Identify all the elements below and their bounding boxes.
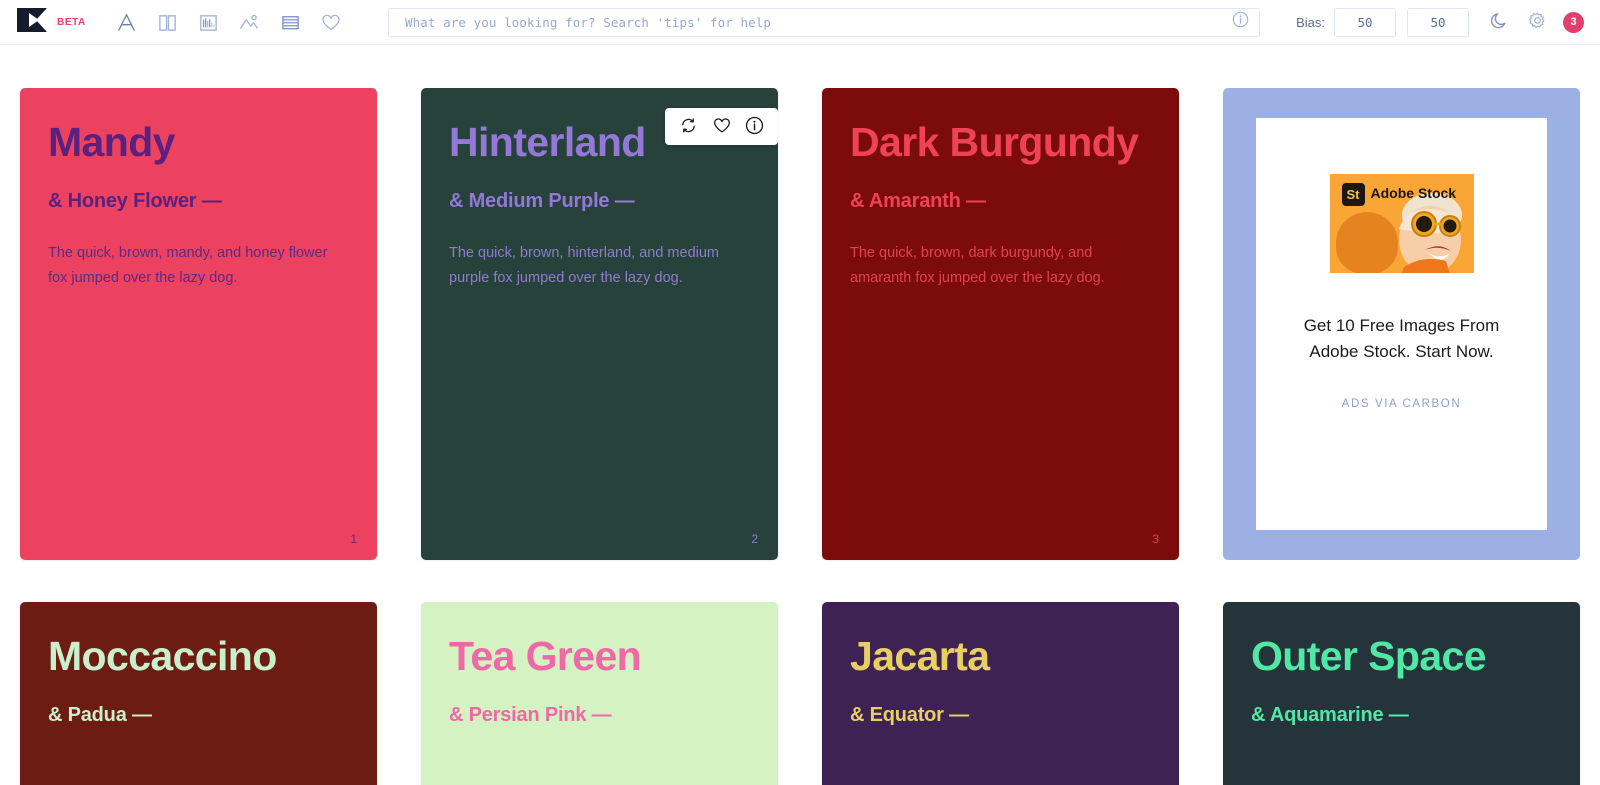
info-circle-icon[interactable] <box>1232 11 1249 33</box>
brand-logo[interactable]: BETA <box>0 7 92 37</box>
notification-badge[interactable]: 3 <box>1563 11 1584 33</box>
adobe-stock-logo-text: Adobe Stock <box>1370 185 1457 201</box>
refresh-icon <box>679 116 698 138</box>
palette-grid: Mandy & Honey Flower — The quick, brown,… <box>0 45 1600 785</box>
card-action-toolbar <box>665 108 778 145</box>
search-input[interactable] <box>404 14 1232 30</box>
card-number: 1 <box>350 532 357 546</box>
gradient-bars-tool-button[interactable] <box>188 0 229 45</box>
card-title: Mandy <box>48 119 175 165</box>
image-tool-button[interactable] <box>229 0 270 45</box>
typography-tool-button[interactable] <box>106 0 147 45</box>
ad-headline: Get 10 Free Images From Adobe Stock. Sta… <box>1303 316 1500 361</box>
favorites-tool-button[interactable] <box>311 0 352 45</box>
card-subtitle: & Padua — <box>48 704 152 727</box>
card-number: 2 <box>751 532 758 546</box>
ad-image: St Adobe Stock <box>1329 174 1474 273</box>
search-area <box>352 7 1296 37</box>
dark-mode-toggle[interactable] <box>1480 2 1518 42</box>
bias-first-input[interactable] <box>1334 7 1396 37</box>
advertisement-card[interactable]: St Adobe Stock Get 10 Free Images From A… <box>1223 88 1580 560</box>
card-title: Jacarta <box>850 633 990 679</box>
search-box[interactable] <box>387 7 1260 37</box>
bias-second-input[interactable] <box>1407 7 1469 37</box>
tool-icon-group <box>106 0 352 45</box>
heart-icon <box>320 12 342 33</box>
favorite-action-button[interactable] <box>706 111 737 142</box>
gear-icon <box>1527 10 1548 34</box>
ad-inner-panel: St Adobe Stock Get 10 Free Images From A… <box>1256 118 1547 530</box>
rows-tool-button[interactable] <box>270 0 311 45</box>
card-body-text: The quick, brown, dark burgundy, and ama… <box>850 245 1105 287</box>
palette-columns-tool-button[interactable] <box>147 0 188 45</box>
card-subtitle: & Persian Pink — <box>449 704 612 727</box>
palette-card[interactable]: Outer Space & Aquamarine — <box>1223 602 1580 785</box>
palette-card[interactable]: Moccaccino & Padua — <box>20 602 377 785</box>
card-title: Dark Burgundy <box>850 119 1139 165</box>
shuffle-action-button[interactable] <box>673 111 704 142</box>
top-toolbar: BETA What are you looking for? Search 't… <box>0 0 1600 45</box>
card-subtitle: & Honey Flower — <box>48 190 222 213</box>
settings-button[interactable] <box>1518 2 1556 42</box>
card-number: 3 <box>1152 532 1159 546</box>
card-body-text: The quick, brown, hinterland, and medium… <box>449 245 720 287</box>
two-columns-icon <box>157 12 178 33</box>
ad-attribution[interactable]: ADS VIA CARBON <box>1342 398 1462 410</box>
khroma-k-flag-logo-icon <box>17 7 50 37</box>
bar-chart-icon <box>198 12 219 33</box>
card-body-text: The quick, brown, mandy, and honey flowe… <box>48 245 328 287</box>
card-subtitle: & Medium Purple — <box>449 190 635 213</box>
card-subtitle: & Amaranth — <box>850 190 986 213</box>
palette-card[interactable]: Dark Burgundy & Amaranth — The quick, br… <box>822 88 1179 560</box>
card-title: Moccaccino <box>48 633 277 679</box>
right-controls: Bias: 3 <box>1296 2 1600 42</box>
info-circle-icon <box>745 116 764 138</box>
info-action-button[interactable] <box>739 111 770 142</box>
bias-label: Bias: <box>1296 14 1325 30</box>
adobe-stock-logo-chip: St <box>1341 183 1365 206</box>
moon-icon <box>1489 10 1510 34</box>
heart-icon <box>712 116 732 138</box>
palette-card[interactable]: Hinterland & Medium Purple — The quick, … <box>421 88 778 560</box>
palette-card[interactable]: Mandy & Honey Flower — The quick, brown,… <box>20 88 377 560</box>
palette-card[interactable]: Tea Green & Persian Pink — <box>421 602 778 785</box>
mountain-photo-icon <box>238 12 260 33</box>
palette-card[interactable]: Jacarta & Equator — <box>822 602 1179 785</box>
stacked-rows-icon <box>280 12 301 33</box>
letter-a-icon <box>116 12 137 33</box>
beta-label: BETA <box>57 16 86 28</box>
card-subtitle: & Aquamarine — <box>1251 704 1409 727</box>
card-title: Outer Space <box>1251 633 1487 679</box>
card-subtitle: & Equator — <box>850 704 969 727</box>
card-title: Tea Green <box>449 633 642 679</box>
